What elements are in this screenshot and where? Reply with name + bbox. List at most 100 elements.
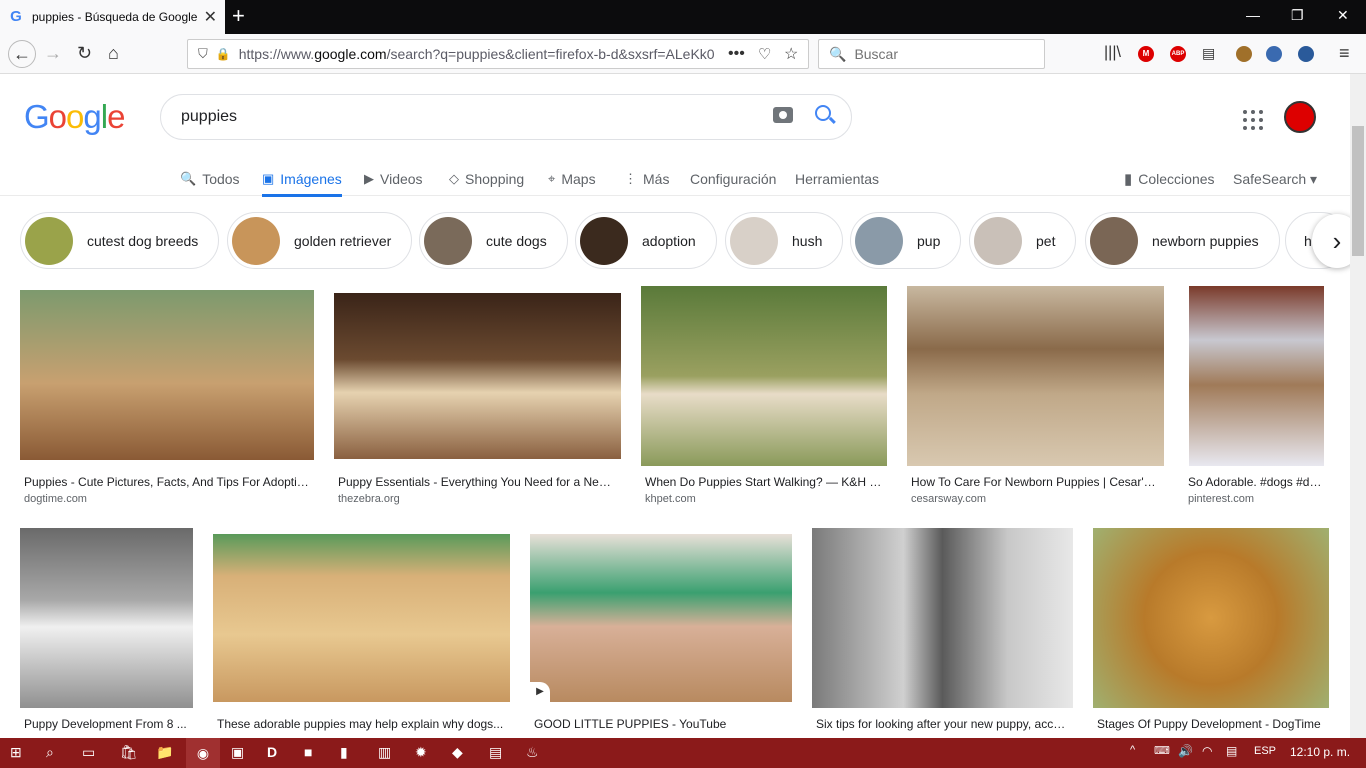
result-caption[interactable]: GOOD LITTLE PUPPIES - YouTube — [534, 717, 790, 731]
image-result[interactable]: These adorable puppies may help explain … — [213, 534, 510, 738]
extension-globe-icon[interactable] — [1266, 46, 1282, 62]
result-image[interactable] — [530, 534, 792, 702]
tab-configuracion[interactable]: Configuración — [690, 164, 776, 194]
google-search-input[interactable]: puppies — [160, 94, 852, 140]
result-caption[interactable]: When Do Puppies Start Walking? — K&H Pet… — [645, 475, 885, 489]
store-icon[interactable]: 🛍 — [120, 744, 138, 761]
chip[interactable]: hush — [725, 212, 844, 269]
clock[interactable]: 12:10 p. m. — [1290, 745, 1350, 759]
tab-mas[interactable]: ⋮ Más — [624, 164, 669, 194]
close-tab-icon[interactable]: ✕ — [204, 7, 217, 27]
result-image[interactable] — [812, 528, 1073, 708]
result-image[interactable] — [20, 290, 314, 460]
image-result[interactable]: So Adorable. #dogs #dog... pinterest.com — [1184, 286, 1324, 510]
result-caption[interactable]: Puppy Development From 8 ... — [24, 717, 192, 731]
result-caption[interactable]: Stages Of Puppy Development - DogTime — [1097, 717, 1329, 731]
image-result[interactable]: How To Care For Newborn Puppies | Cesar'… — [907, 286, 1164, 510]
app-chart-icon[interactable]: ▥ — [378, 744, 391, 761]
app-red-circle-icon[interactable]: ✹ — [415, 744, 427, 761]
image-result[interactable]: Puppies - Cute Pictures, Facts, And Tips… — [20, 290, 314, 510]
chip[interactable]: pet — [969, 212, 1077, 269]
terminal-icon[interactable]: ▤ — [489, 744, 502, 761]
result-image[interactable] — [1189, 286, 1324, 466]
forward-icon[interactable]: → — [44, 43, 62, 63]
result-image[interactable] — [334, 293, 621, 459]
chip[interactable]: golden retriever — [227, 212, 413, 269]
library-icon[interactable]: |||\ — [1104, 43, 1121, 63]
minecraft-icon[interactable]: ■ — [304, 744, 312, 760]
reload-icon[interactable]: ↻ — [77, 43, 92, 63]
extension-m-icon[interactable]: M — [1138, 46, 1154, 62]
reader-icon[interactable]: ▤ — [1202, 43, 1215, 63]
image-result[interactable]: Six tips for looking after your new pupp… — [812, 528, 1073, 738]
chip[interactable]: cute dogs — [419, 212, 568, 269]
volume-icon[interactable]: 🔊 — [1178, 744, 1193, 758]
browser-tab[interactable]: G puppies - Búsqueda de Google ✕ — [0, 0, 225, 34]
page-scrollbar[interactable] — [1350, 74, 1366, 738]
chip[interactable]: cutest dog breeds — [20, 212, 220, 269]
tab-shopping[interactable]: ◇ Shopping — [449, 164, 524, 194]
result-image[interactable] — [213, 534, 510, 702]
browser-search-input[interactable]: 🔍 Buscar — [818, 39, 1045, 69]
back-icon[interactable]: ← — [8, 40, 36, 68]
result-domain[interactable]: pinterest.com — [1188, 493, 1254, 505]
app-window-icon[interactable]: ▣ — [231, 744, 244, 761]
tab-videos[interactable]: ▶ Videos — [364, 164, 423, 194]
pocket-icon[interactable]: ♡ — [758, 45, 771, 63]
app-dark-icon[interactable]: ▮ — [340, 744, 348, 761]
apps-grid-icon[interactable] — [1243, 110, 1263, 130]
minimize-icon[interactable]: — — [1246, 7, 1260, 23]
image-result[interactable]: ▶ GOOD LITTLE PUPPIES - YouTube — [530, 534, 792, 738]
result-caption[interactable]: How To Care For Newborn Puppies | Cesar'… — [911, 475, 1161, 489]
result-image[interactable] — [641, 286, 887, 466]
result-caption[interactable]: Puppies - Cute Pictures, Facts, And Tips… — [24, 475, 312, 489]
search-icon[interactable] — [815, 105, 831, 121]
keyboard-icon[interactable]: ⌨ — [1154, 744, 1170, 757]
language-indicator[interactable]: ESP — [1254, 745, 1276, 757]
image-result[interactable]: Puppy Essentials - Everything You Need f… — [334, 290, 621, 510]
result-image[interactable] — [907, 286, 1164, 466]
result-image[interactable] — [20, 528, 193, 708]
chip[interactable]: adoption — [575, 212, 717, 269]
result-image[interactable] — [1093, 528, 1329, 708]
chip[interactable]: pup — [850, 212, 962, 269]
safesearch-button[interactable]: SafeSearch ▾ — [1233, 164, 1317, 194]
task-view-icon[interactable]: ▭ — [82, 744, 95, 761]
extension-tool-icon[interactable] — [1298, 46, 1314, 62]
result-domain[interactable]: dogtime.com — [24, 493, 87, 505]
menu-icon[interactable]: ≡ — [1339, 43, 1350, 63]
chevron-up-icon[interactable]: ^ — [1130, 744, 1135, 756]
windows-start-icon[interactable]: ⊞ — [10, 744, 22, 761]
firefox-icon[interactable]: ◉ — [186, 738, 220, 768]
wifi-icon[interactable]: ◠ — [1202, 744, 1212, 758]
tab-herramientas[interactable]: Herramientas — [795, 164, 879, 194]
page-actions-icon[interactable]: ••• — [728, 45, 745, 63]
collections-link[interactable]: ▮ Colecciones — [1124, 164, 1215, 194]
home-icon[interactable]: ⌂ — [108, 43, 119, 63]
result-caption[interactable]: So Adorable. #dogs #dog... — [1188, 475, 1322, 489]
image-result[interactable]: Puppy Development From 8 ... — [20, 528, 193, 738]
steam-icon[interactable]: ♨ — [526, 744, 539, 761]
google-logo[interactable]: Google — [24, 98, 125, 136]
result-caption[interactable]: These adorable puppies may help explain … — [217, 717, 507, 731]
app-d-icon[interactable]: D — [267, 744, 277, 760]
result-domain[interactable]: thezebra.org — [338, 493, 400, 505]
chip[interactable]: newborn puppies — [1085, 212, 1280, 269]
result-domain[interactable]: khpet.com — [645, 493, 696, 505]
tab-todos[interactable]: 🔍 Todos — [180, 164, 240, 194]
file-explorer-icon[interactable]: 📁 — [156, 744, 173, 761]
scrollbar-thumb[interactable] — [1352, 126, 1364, 256]
new-tab-icon[interactable]: + — [232, 4, 245, 28]
image-result[interactable]: When Do Puppies Start Walking? — K&H Pet… — [641, 286, 887, 510]
extension-face-icon[interactable] — [1236, 46, 1252, 62]
avatar[interactable] — [1284, 101, 1316, 133]
camera-icon[interactable] — [773, 107, 793, 123]
maximize-icon[interactable]: ❐ — [1291, 7, 1304, 24]
search-icon[interactable]: ⌕ — [46, 744, 54, 761]
result-caption[interactable]: Six tips for looking after your new pupp… — [816, 717, 1070, 731]
tab-maps[interactable]: ⌖ Maps — [548, 164, 596, 194]
notification-icon[interactable]: ▤ — [1226, 744, 1237, 758]
tab-imagenes[interactable]: ▣ Imágenes — [262, 164, 342, 197]
result-domain[interactable]: cesarsway.com — [911, 493, 986, 505]
bookmark-star-icon[interactable]: ☆ — [784, 44, 798, 64]
